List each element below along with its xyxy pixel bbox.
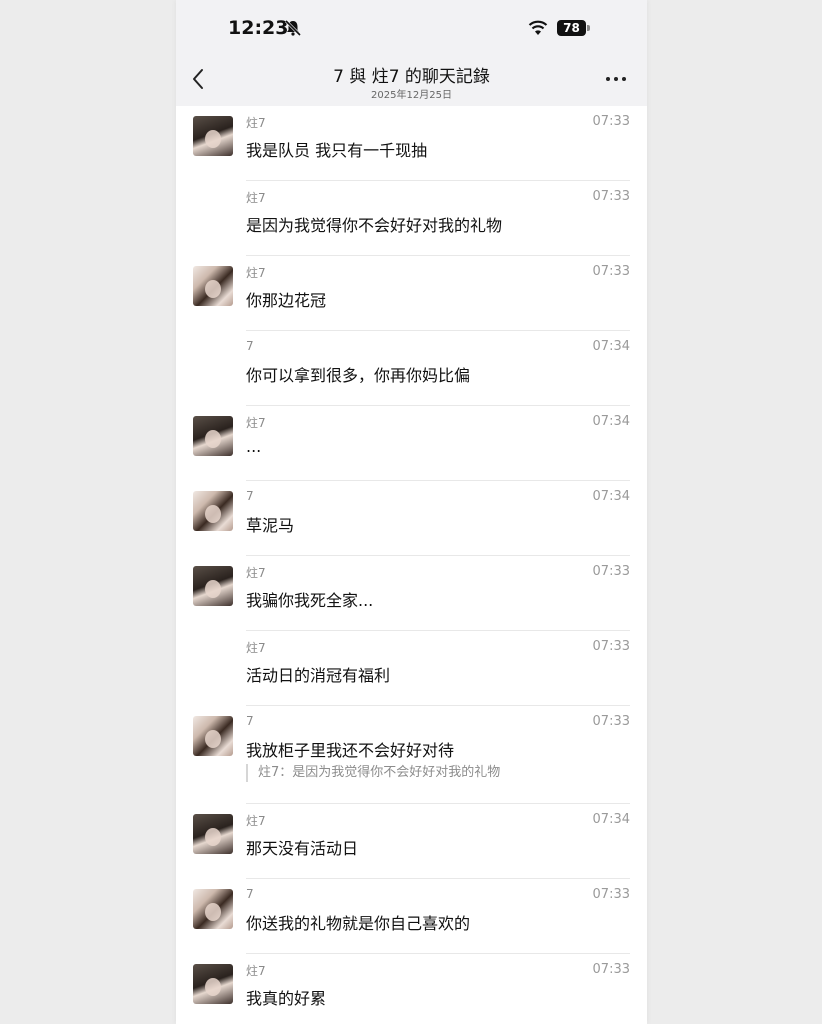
message-text: 草泥马	[246, 516, 295, 535]
message-sender: 炷7	[246, 566, 266, 580]
message-text: 我是队员 我只有一千现抽	[246, 141, 428, 160]
avatar[interactable]	[193, 491, 233, 531]
avatar-face	[205, 430, 221, 448]
avatar-face	[205, 505, 221, 523]
avatar-face	[205, 903, 221, 921]
message-row[interactable]: 7 07:34 草泥马	[176, 481, 647, 556]
message-row[interactable]: 炷7 07:33 是因为我觉得你不会好好对我的礼物	[176, 181, 647, 256]
avatar-face	[205, 130, 221, 148]
message-sender: 7	[246, 714, 254, 728]
message-time: 07:34	[592, 339, 630, 354]
message-sender: 炷7	[246, 814, 266, 828]
message-time: 07:34	[592, 414, 630, 429]
message-sender: 炷7	[246, 641, 266, 655]
avatar[interactable]	[193, 716, 233, 756]
message-row[interactable]: 炷7 07:33 我真的好累	[176, 954, 647, 1024]
message-row[interactable]: 炷7 07:33 我是队员 我只有一千现抽	[176, 106, 647, 181]
message-time: 07:33	[592, 189, 630, 204]
message-row[interactable]: 7 07:34 你可以拿到很多，你再你妈比偏	[176, 331, 647, 406]
chat-date: 2025年12月25日	[371, 90, 452, 101]
message-row[interactable]: 炷7 07:33 你那边花冠	[176, 256, 647, 331]
message-sender: 炷7	[246, 266, 266, 280]
avatar-face	[205, 828, 221, 846]
message-time: 07:34	[592, 812, 630, 827]
message-text: 那天没有活动日	[246, 839, 359, 858]
message-list: 炷7 07:33 我是队员 我只有一千现抽 炷7 07:33 是因为我觉得你不会好好对我的…	[176, 106, 647, 1024]
phone-screen: 12:23 78 7 與 炷7 的聊天記錄 2025年12月25日 炷7 07:3…	[176, 0, 647, 1024]
avatar[interactable]	[193, 814, 233, 854]
avatar[interactable]	[193, 964, 233, 1004]
silent-bell-icon	[284, 19, 302, 37]
battery-icon: 78	[557, 20, 586, 36]
avatar[interactable]	[193, 266, 233, 306]
message-text: ...	[246, 437, 262, 456]
more-options-icon[interactable]	[606, 77, 628, 83]
avatar[interactable]	[193, 566, 233, 606]
message-sender: 炷7	[246, 116, 266, 130]
battery-cap	[587, 25, 590, 31]
avatar[interactable]	[193, 889, 233, 929]
message-row[interactable]: 炷7 07:33 活动日的消冠有福利	[176, 631, 647, 706]
message-sender: 炷7	[246, 191, 266, 205]
message-text: 你送我的礼物就是你自己喜欢的	[246, 914, 471, 933]
avatar-face	[205, 978, 221, 996]
message-time: 07:33	[592, 114, 630, 129]
chat-title: 7 與 炷7 的聊天記錄	[333, 67, 490, 87]
message-time: 07:33	[592, 264, 630, 279]
status-time: 12:23	[228, 17, 289, 39]
message-sender: 7	[246, 489, 254, 503]
avatar-face	[205, 730, 221, 748]
message-time: 07:33	[592, 714, 630, 729]
message-text: 我真的好累	[246, 989, 327, 1008]
quoted-reply: 炷7：是因为我觉得你不会好好对我的礼物	[246, 764, 500, 782]
message-sender: 炷7	[246, 416, 266, 430]
message-text: 活动日的消冠有福利	[246, 666, 391, 685]
message-sender: 炷7	[246, 964, 266, 978]
message-sender: 7	[246, 887, 254, 901]
avatar-face	[205, 280, 221, 298]
message-time: 07:33	[592, 564, 630, 579]
avatar-face	[205, 580, 221, 598]
message-row[interactable]: 炷7 07:33 我骗你我死全家...	[176, 556, 647, 631]
message-text: 你可以拿到很多，你再你妈比偏	[246, 366, 471, 385]
avatar[interactable]	[193, 116, 233, 156]
message-row[interactable]: 炷7 07:34 那天没有活动日	[176, 804, 647, 879]
message-time: 07:34	[592, 489, 630, 504]
wifi-icon	[528, 20, 548, 35]
message-text: 我骗你我死全家...	[246, 591, 374, 610]
message-row[interactable]: 7 07:33 你送我的礼物就是你自己喜欢的	[176, 879, 647, 954]
message-text: 你那边花冠	[246, 291, 327, 310]
message-time: 07:33	[592, 639, 630, 654]
message-row[interactable]: 7 07:33 我放柜子里我还不会好好对待炷7：是因为我觉得你不会好好对我的礼物	[176, 706, 647, 804]
message-time: 07:33	[592, 887, 630, 902]
message-text: 是因为我觉得你不会好好对我的礼物	[246, 216, 503, 235]
message-row[interactable]: 炷7 07:34...	[176, 406, 647, 481]
message-time: 07:33	[592, 962, 630, 977]
message-text: 我放柜子里我还不会好好对待	[246, 741, 455, 760]
avatar[interactable]	[193, 416, 233, 456]
top-bar: 12:23 78 7 與 炷7 的聊天記錄 2025年12月25日	[176, 0, 647, 106]
message-sender: 7	[246, 339, 254, 353]
